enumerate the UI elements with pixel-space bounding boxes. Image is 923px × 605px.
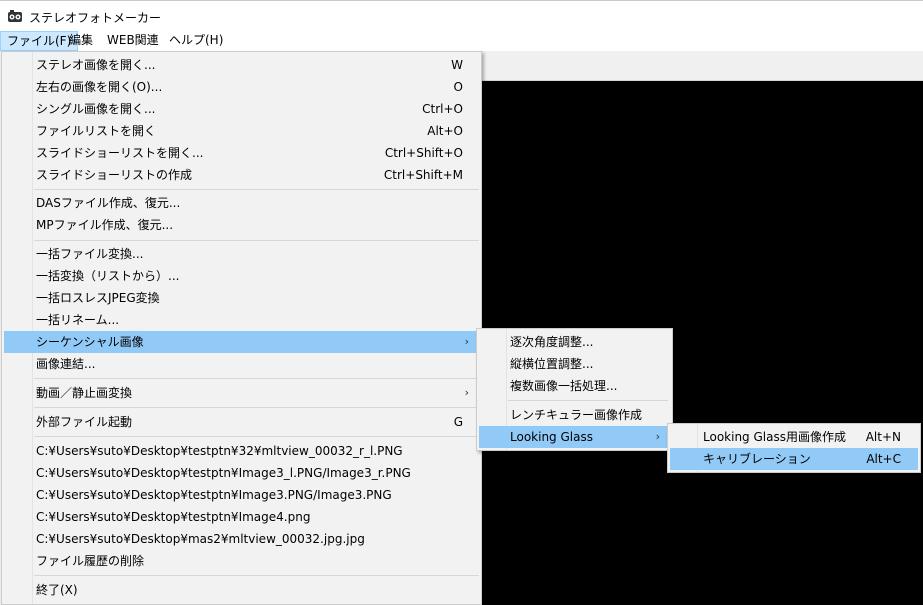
submenu-item-looking-glass[interactable]: Looking Glass › xyxy=(479,426,670,448)
menu-item-label: ファイル履歴の削除 xyxy=(36,554,145,568)
submenu-item-position[interactable]: 縦横位置調整... xyxy=(479,353,670,375)
menu-web[interactable]: WEB関連 xyxy=(101,31,165,51)
menu-separator xyxy=(34,240,479,241)
menu-separator xyxy=(34,189,479,190)
menu-edit[interactable]: 編集 xyxy=(63,31,99,51)
menu-separator xyxy=(34,575,479,576)
menu-item-label: 外部ファイル起動 xyxy=(36,415,133,429)
menu-item-recent-3[interactable]: C:¥Users¥suto¥Desktop¥testptn¥Image3.PNG… xyxy=(4,484,479,506)
looking-glass-submenu: Looking Glass用画像作成 Alt+N キャリブレーション Alt+C xyxy=(667,423,921,473)
menu-item-clear-history[interactable]: ファイル履歴の削除 xyxy=(4,550,479,572)
menu-item-exit[interactable]: 終了(X) xyxy=(4,579,479,601)
menu-item-shortcut: Ctrl+Shift+O xyxy=(384,146,463,160)
menu-item-batch-lossless[interactable]: 一括ロスレスJPEG変換 xyxy=(4,287,479,309)
menu-item-label: C:¥Users¥suto¥Desktop¥testptn¥Image3.PNG… xyxy=(36,488,392,502)
menu-item-batch-rename[interactable]: 一括リネーム... xyxy=(4,309,479,331)
submenu-item-batch[interactable]: 複数画像一括処理... xyxy=(479,375,670,397)
menu-item-label: 一括変換（リストから）... xyxy=(36,269,180,283)
menu-item-open-filelist[interactable]: ファイルリストを開く Alt+O xyxy=(4,120,479,142)
file-menu: ステレオ画像を開く... W 左右の画像を開く(O)... O シングル画像を開… xyxy=(1,51,482,605)
menu-item-label: 複数画像一括処理... xyxy=(510,379,618,393)
menu-item-recent-4[interactable]: C:¥Users¥suto¥Desktop¥testptn¥Image4.png xyxy=(4,506,479,528)
menu-item-label: 一括リネーム... xyxy=(36,313,120,327)
menu-item-recent-2[interactable]: C:¥Users¥suto¥Desktop¥testptn¥Image3_l.P… xyxy=(4,462,479,484)
menu-item-label: シングル画像を開く... xyxy=(36,102,156,116)
menu-item-external[interactable]: 外部ファイル起動 G xyxy=(4,411,479,433)
menu-bar: ファイル(F) 編集 WEB関連 ヘルプ(H) xyxy=(0,31,923,51)
menu-item-label: 左右の画像を開く(O)... xyxy=(36,80,163,94)
menu-item-label: C:¥Users¥suto¥Desktop¥testptn¥Image4.png xyxy=(36,510,311,524)
menu-item-label: C:¥Users¥suto¥Desktop¥testptn¥32¥mltview… xyxy=(36,444,403,458)
menu-item-shortcut: Alt+C xyxy=(866,452,901,466)
toolbar-strip xyxy=(480,51,923,81)
menu-item-label: 逐次角度調整... xyxy=(510,335,594,349)
submenu-item-lg-create[interactable]: Looking Glass用画像作成 Alt+N xyxy=(670,426,918,448)
menu-item-shortcut: Alt+N xyxy=(865,430,901,444)
menu-item-label: DASファイル作成、復元... xyxy=(36,196,181,210)
menu-item-shortcut: O xyxy=(453,80,463,94)
menu-item-shortcut: G xyxy=(453,415,463,429)
menu-item-label: C:¥Users¥suto¥Desktop¥testptn¥Image3_l.P… xyxy=(36,466,411,480)
menu-item-open-stereo[interactable]: ステレオ画像を開く... W xyxy=(4,54,479,76)
menu-separator xyxy=(34,407,479,408)
menu-item-open-single[interactable]: シングル画像を開く... Ctrl+O xyxy=(4,98,479,120)
sequential-submenu: 逐次角度調整... 縦横位置調整... 複数画像一括処理... レンチキュラー画… xyxy=(476,328,673,451)
menu-item-label: 動画／静止画変換 xyxy=(36,386,133,400)
menu-separator xyxy=(508,400,668,401)
menu-item-create-slideshow[interactable]: スライドショーリストの作成 Ctrl+Shift+M xyxy=(4,164,479,186)
menu-item-das[interactable]: DASファイル作成、復元... xyxy=(4,192,479,214)
menu-item-concat[interactable]: 画像連結... xyxy=(4,353,479,375)
menu-help[interactable]: ヘルプ(H) xyxy=(163,31,229,51)
menu-item-label: 一括ロスレスJPEG変換 xyxy=(36,291,160,305)
menu-separator xyxy=(34,436,479,437)
menu-item-label: ステレオ画像を開く... xyxy=(36,58,156,72)
menu-item-label: スライドショーリストを開く... xyxy=(36,146,204,160)
menu-item-open-lr[interactable]: 左右の画像を開く(O)... O xyxy=(4,76,479,98)
menu-item-batch-convert-list[interactable]: 一括変換（リストから）... xyxy=(4,265,479,287)
menu-item-shortcut: Ctrl+O xyxy=(422,102,463,116)
chevron-right-icon: › xyxy=(655,430,660,443)
submenu-item-angle[interactable]: 逐次角度調整... xyxy=(479,331,670,353)
menu-item-label: シーケンシャル画像 xyxy=(36,335,144,349)
chevron-right-icon: › xyxy=(464,386,469,399)
menu-item-open-slideshow[interactable]: スライドショーリストを開く... Ctrl+Shift+O xyxy=(4,142,479,164)
menu-item-label: スライドショーリストの作成 xyxy=(36,168,193,182)
menu-item-shortcut: Alt+O xyxy=(427,124,463,138)
menu-item-label: ファイルリストを開く xyxy=(36,124,157,138)
submenu-item-lenticular[interactable]: レンチキュラー画像作成 xyxy=(479,404,670,426)
menu-item-shortcut: Ctrl+Shift+M xyxy=(383,168,463,182)
menu-separator xyxy=(34,378,479,379)
menu-item-batch-convert[interactable]: 一括ファイル変換... xyxy=(4,243,479,265)
chevron-right-icon: › xyxy=(464,335,469,348)
app-icon xyxy=(8,10,22,22)
menu-item-label: MPファイル作成、復元... xyxy=(36,218,174,232)
menu-item-sequential[interactable]: シーケンシャル画像 › xyxy=(4,331,479,353)
menu-item-label: レンチキュラー画像作成 xyxy=(510,408,643,422)
menu-item-label: 一括ファイル変換... xyxy=(36,247,144,261)
menu-item-label: キャリブレーション xyxy=(703,452,811,466)
menu-item-label: 縦横位置調整... xyxy=(510,357,594,371)
menu-item-label: 画像連結... xyxy=(36,357,96,371)
menu-item-label: Looking Glass xyxy=(510,430,593,444)
menu-item-video-still[interactable]: 動画／静止画変換 › xyxy=(4,382,479,404)
submenu-item-calibration[interactable]: キャリブレーション Alt+C xyxy=(670,448,918,470)
menu-item-shortcut: W xyxy=(451,58,463,72)
menu-item-label: C:¥Users¥suto¥Desktop¥mas2¥mltview_00032… xyxy=(36,532,365,546)
menu-item-mp[interactable]: MPファイル作成、復元... xyxy=(4,214,479,236)
menu-item-recent-1[interactable]: C:¥Users¥suto¥Desktop¥testptn¥32¥mltview… xyxy=(4,440,479,462)
menu-item-recent-5[interactable]: C:¥Users¥suto¥Desktop¥mas2¥mltview_00032… xyxy=(4,528,479,550)
menu-item-label: 終了(X) xyxy=(36,583,78,597)
menu-item-label: Looking Glass用画像作成 xyxy=(703,430,846,444)
title-bar: ステレオフォトメーカー xyxy=(0,0,923,32)
window-title: ステレオフォトメーカー xyxy=(29,11,162,25)
